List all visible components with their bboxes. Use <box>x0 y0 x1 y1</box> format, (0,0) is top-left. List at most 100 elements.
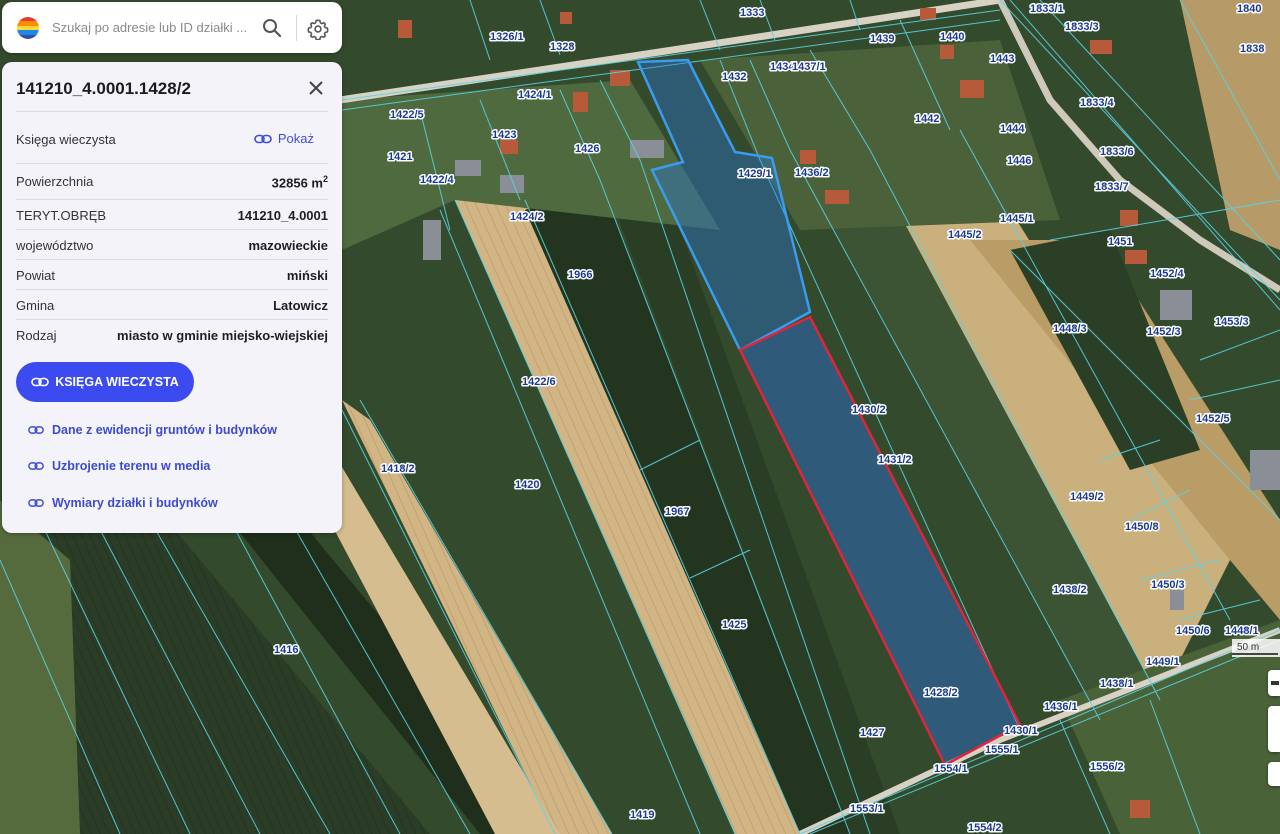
parcel-label: 1426 <box>575 143 599 155</box>
parcel-label: 1430/2 <box>852 404 886 416</box>
attribute-value: mazowieckie <box>248 238 329 253</box>
parcel-label: 1443 <box>990 53 1014 65</box>
link-icon <box>28 462 44 470</box>
parcel-label: 1442 <box>915 113 939 125</box>
parcel-label: 1556/2 <box>1090 761 1124 773</box>
parcel-label: 1833/7 <box>1095 181 1129 193</box>
parcel-label: 1449/2 <box>1070 491 1104 503</box>
parcel-label: 1416 <box>274 644 298 656</box>
parcel-label: 1833/4 <box>1080 97 1115 109</box>
show-link-label: Pokaż <box>277 131 314 146</box>
parcel-label: 1445/2 <box>948 229 982 241</box>
parcel-label: 1420 <box>515 479 539 491</box>
gear-icon[interactable] <box>307 18 329 40</box>
parcel-label: 1328 <box>550 41 574 53</box>
dimensions-link[interactable]: Wymiary działki i budynków <box>28 496 218 510</box>
parcel-label: 1439 <box>870 33 894 45</box>
parcel-label: 1428/2 <box>924 687 958 699</box>
map-control-button[interactable] <box>1268 762 1280 786</box>
attribute-value: 141210_4.0001 <box>237 208 328 223</box>
attribute-key: Rodzaj <box>16 328 57 343</box>
parcel-label: 1555/1 <box>985 744 1019 756</box>
parcel-label: 1554/1 <box>934 763 968 775</box>
attribute-row: Powiat miński <box>16 259 328 290</box>
land-register-button[interactable]: KSIĘGA WIECZYSTA <box>16 362 194 402</box>
parcel-label: 1449/1 <box>1146 656 1180 668</box>
land-register-row: Księga wieczysta Pokaż <box>16 111 328 164</box>
parcel-label: 1451 <box>1108 236 1132 248</box>
parcel-label: 1966 <box>568 269 592 281</box>
attribute-row: Powierzchnia 32856 m2 <box>16 163 328 200</box>
zoom-control[interactable] <box>1268 706 1280 752</box>
attribute-row: TERYT.OBRĘB 141210_4.0001 <box>16 199 328 230</box>
parcel-label: 1440 <box>940 31 964 43</box>
parcel-label: 1429/1 <box>738 168 772 180</box>
search-divider <box>296 15 297 41</box>
parcel-label: 1553/1 <box>850 803 884 815</box>
parcel-label: 1422/5 <box>390 109 424 121</box>
search-bar: Szukaj po adresie lub ID działki ... <box>2 2 342 53</box>
cadastral-data-link-label: Dane z ewidencji gruntów i budynków <box>52 423 278 437</box>
parcel-label: 1450/3 <box>1151 579 1185 591</box>
parcel-label: 1427 <box>860 727 884 739</box>
search-icon[interactable] <box>262 18 282 38</box>
parcel-label: 1452/4 <box>1150 268 1185 280</box>
parcel-label: 1432 <box>722 71 746 83</box>
attribute-value: miński <box>286 268 328 283</box>
parcel-label: 1422/6 <box>522 376 556 388</box>
parcel-label: 1450/8 <box>1125 521 1159 533</box>
parcel-label: 1431/2 <box>878 454 912 466</box>
parcel-label: 1833/3 <box>1065 21 1099 33</box>
dimensions-link-label: Wymiary działki i budynków <box>52 496 218 510</box>
search-input[interactable]: Szukaj po adresie lub ID działki ... <box>52 20 247 35</box>
link-icon <box>28 499 44 507</box>
parcel-label: 1424/2 <box>510 211 544 223</box>
attribute-row: województwo mazowieckie <box>16 229 328 260</box>
parcel-label: 1437/1 <box>792 61 826 73</box>
attribute-key: województwo <box>16 238 94 253</box>
attribute-value: miasto w gminie miejsko-wiejskiej <box>117 328 328 343</box>
parcel-label: 1423 <box>492 129 516 141</box>
parcel-label: 1425 <box>722 619 746 631</box>
cadastral-data-link[interactable]: Dane z ewidencji gruntów i budynków <box>28 423 277 437</box>
parcel-label: 1444 <box>1000 123 1025 135</box>
attribute-row: Gmina Latowicz <box>16 289 328 320</box>
parcel-label: 1448/1 <box>1225 625 1259 637</box>
attribute-key: Gmina <box>16 298 55 313</box>
parcel-label: 1418/2 <box>381 463 415 475</box>
parcel-label: 1438/2 <box>1053 584 1087 596</box>
parcel-label: 1452/3 <box>1147 326 1181 338</box>
area-unit-exponent: 2 <box>322 174 328 184</box>
parcel-label: 1838 <box>1240 43 1264 55</box>
parcel-label: 1419 <box>630 809 654 821</box>
parcel-label: 1326/1 <box>490 31 524 43</box>
attribute-value: 32856 m2 <box>271 174 328 191</box>
attribute-key: TERYT.OBRĘB <box>16 208 107 223</box>
parcel-label: 1833/1 <box>1030 3 1064 15</box>
link-icon <box>31 377 49 387</box>
parcel-label: 1452/5 <box>1196 413 1230 425</box>
parcel-label: 1422/4 <box>420 174 455 186</box>
parcel-info-panel: 141210_4.0001.1428/2 Księga wieczysta Po… <box>2 62 342 533</box>
land-register-button-label: KSIĘGA WIECZYSTA <box>55 375 179 389</box>
parcel-label: 1967 <box>665 506 689 518</box>
utilities-link[interactable]: Uzbrojenie terenu w media <box>28 459 210 473</box>
parcel-label: 1446 <box>1007 155 1031 167</box>
parcel-label: 1438/1 <box>1100 678 1134 690</box>
close-icon[interactable] <box>306 78 326 98</box>
app-logo[interactable] <box>17 17 39 39</box>
map-control-button[interactable] <box>1268 670 1280 696</box>
link-icon <box>254 134 272 143</box>
parcel-label: 1833/6 <box>1100 146 1134 158</box>
parcel-label: 1448/3 <box>1053 323 1087 335</box>
parcel-id-title: 141210_4.0001.1428/2 <box>16 79 191 98</box>
land-register-label: Księga wieczysta <box>16 132 116 147</box>
parcel-label: 1421 <box>388 151 412 163</box>
parcel-label: 1840 <box>1237 3 1261 15</box>
parcel-label: 1436/1 <box>1044 701 1078 713</box>
parcel-label: 1430/1 <box>1004 725 1038 737</box>
scale-label: 50 m <box>1237 642 1260 653</box>
parcel-label: 1453/3 <box>1215 316 1249 328</box>
utilities-link-label: Uzbrojenie terenu w media <box>52 459 211 473</box>
show-land-register-link[interactable]: Pokaż <box>254 131 314 146</box>
